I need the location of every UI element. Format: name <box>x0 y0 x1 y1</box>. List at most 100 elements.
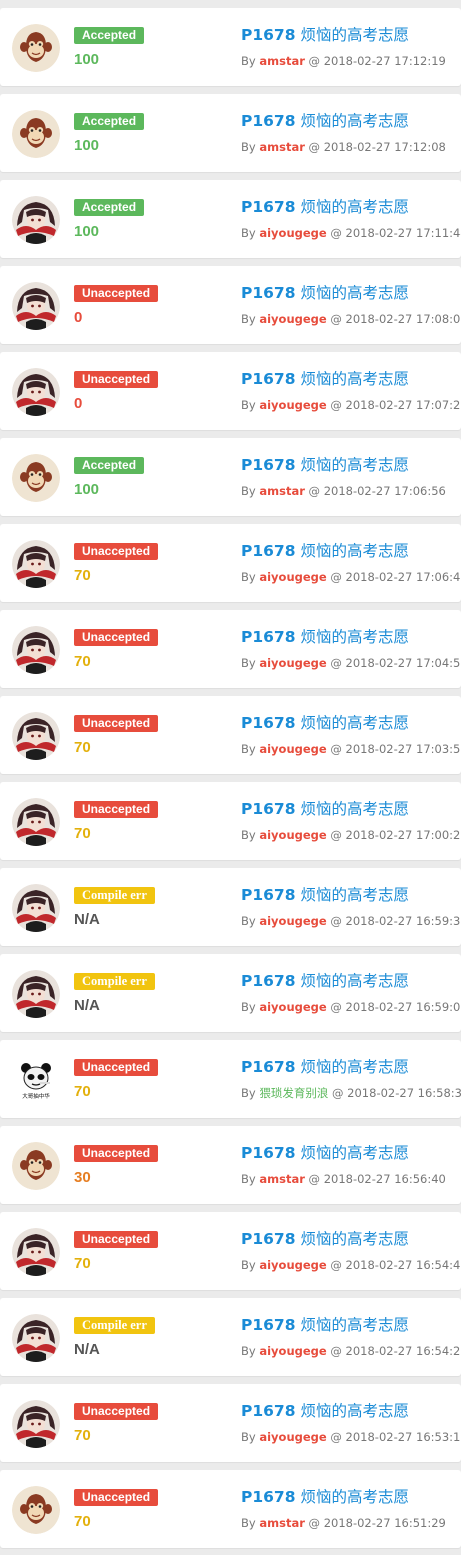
problem-link[interactable]: P1678 烦恼的高考志愿 <box>241 1487 409 1507</box>
at-label: @ <box>330 398 342 412</box>
user-link[interactable]: aiyougege <box>259 570 326 584</box>
user-link[interactable]: aiyougege <box>259 656 326 670</box>
by-label: By <box>241 828 256 842</box>
problem-id[interactable]: P1678 <box>241 26 296 44</box>
problem-title[interactable]: 烦恼的高考志愿 <box>300 1488 409 1506</box>
user-link[interactable]: aiyougege <box>259 398 326 412</box>
anime-avatar[interactable] <box>12 626 60 674</box>
problem-id[interactable]: P1678 <box>241 800 296 818</box>
problem-link[interactable]: P1678 烦恼的高考志愿 <box>241 111 409 131</box>
problem-link[interactable]: P1678 烦恼的高考志愿 <box>241 455 409 475</box>
problem-title[interactable]: 烦恼的高考志愿 <box>300 714 409 732</box>
problem-id[interactable]: P1678 <box>241 714 296 732</box>
user-link[interactable]: 猥琐发育别浪 <box>259 1086 328 1100</box>
problem-title[interactable]: 烦恼的高考志愿 <box>300 370 409 388</box>
problem-title[interactable]: 烦恼的高考志愿 <box>300 542 409 560</box>
user-link[interactable]: amstar <box>259 484 305 498</box>
problem-id[interactable]: P1678 <box>241 1144 296 1162</box>
problem-title[interactable]: 烦恼的高考志愿 <box>300 800 409 818</box>
by-label: By <box>241 54 256 68</box>
problem-link[interactable]: P1678 烦恼的高考志愿 <box>241 283 409 303</box>
problem-id[interactable]: P1678 <box>241 198 296 216</box>
problem-title[interactable]: 烦恼的高考志愿 <box>300 1230 409 1248</box>
problem-title[interactable]: 烦恼的高考志愿 <box>300 628 409 646</box>
problem-link[interactable]: P1678 烦恼的高考志愿 <box>241 1229 409 1249</box>
user-link[interactable]: aiyougege <box>259 1258 326 1272</box>
monkey-avatar[interactable] <box>12 110 60 158</box>
problem-link[interactable]: P1678 烦恼的高考志愿 <box>241 25 409 45</box>
at-label: @ <box>332 1086 344 1100</box>
user-link[interactable]: aiyougege <box>259 828 326 842</box>
problem-id[interactable]: P1678 <box>241 284 296 302</box>
monkey-avatar[interactable] <box>12 24 60 72</box>
user-link[interactable]: aiyougege <box>259 1430 326 1444</box>
panda-meme-avatar[interactable]: 大哥抽中华 <box>12 1056 60 1104</box>
problem-link[interactable]: P1678 烦恼的高考志愿 <box>241 197 409 217</box>
problem-id[interactable]: P1678 <box>241 370 296 388</box>
user-link[interactable]: aiyougege <box>259 226 326 240</box>
problem-link[interactable]: P1678 烦恼的高考志愿 <box>241 1057 409 1077</box>
record-meta: By 猥琐发育别浪 @ 2018-02-27 16:58:33 <box>241 1085 461 1101</box>
problem-link[interactable]: P1678 烦恼的高考志愿 <box>241 541 409 561</box>
problem-id[interactable]: P1678 <box>241 1488 296 1506</box>
problem-title[interactable]: 烦恼的高考志愿 <box>300 112 409 130</box>
anime-avatar[interactable] <box>12 196 60 244</box>
problem-link[interactable]: P1678 烦恼的高考志愿 <box>241 713 409 733</box>
problem-id[interactable]: P1678 <box>241 112 296 130</box>
problem-id[interactable]: P1678 <box>241 1230 296 1248</box>
problem-id[interactable]: P1678 <box>241 972 296 990</box>
problem-title[interactable]: 烦恼的高考志愿 <box>300 886 409 904</box>
problem-title[interactable]: 烦恼的高考志愿 <box>300 1058 409 1076</box>
anime-avatar[interactable] <box>12 1228 60 1276</box>
user-link[interactable]: aiyougege <box>259 1344 326 1358</box>
by-label: By <box>241 398 256 412</box>
anime-avatar[interactable] <box>12 884 60 932</box>
problem-title[interactable]: 烦恼的高考志愿 <box>300 1402 409 1420</box>
monkey-avatar[interactable] <box>12 1486 60 1534</box>
problem-title[interactable]: 烦恼的高考志愿 <box>300 284 409 302</box>
problem-link[interactable]: P1678 烦恼的高考志愿 <box>241 369 409 389</box>
user-link[interactable]: aiyougege <box>259 914 326 928</box>
anime-avatar[interactable] <box>12 368 60 416</box>
problem-link[interactable]: P1678 烦恼的高考志愿 <box>241 627 409 647</box>
problem-title[interactable]: 烦恼的高考志愿 <box>300 1316 409 1334</box>
problem-title[interactable]: 烦恼的高考志愿 <box>300 1144 409 1162</box>
user-link[interactable]: aiyougege <box>259 1000 326 1014</box>
user-link[interactable]: amstar <box>259 1172 305 1186</box>
monkey-avatar[interactable] <box>12 1142 60 1190</box>
by-label: By <box>241 140 256 154</box>
record-meta: By aiyougege @ 2018-02-27 17:11:44 <box>241 225 461 241</box>
problem-link[interactable]: P1678 烦恼的高考志愿 <box>241 971 409 991</box>
problem-title[interactable]: 烦恼的高考志愿 <box>300 456 409 474</box>
anime-avatar[interactable] <box>12 1314 60 1362</box>
problem-id[interactable]: P1678 <box>241 1316 296 1334</box>
problem-id[interactable]: P1678 <box>241 456 296 474</box>
problem-title[interactable]: 烦恼的高考志愿 <box>300 198 409 216</box>
problem-title[interactable]: 烦恼的高考志愿 <box>300 26 409 44</box>
problem-link[interactable]: P1678 烦恼的高考志愿 <box>241 799 409 819</box>
anime-avatar[interactable] <box>12 970 60 1018</box>
score-value: 70 <box>74 825 91 842</box>
problem-link[interactable]: P1678 烦恼的高考志愿 <box>241 885 409 905</box>
record-card: 大哥抽中华 Unaccepted 70 P1678 烦恼的高考志愿 By 猥琐发… <box>0 1040 461 1118</box>
problem-id[interactable]: P1678 <box>241 1402 296 1420</box>
problem-id[interactable]: P1678 <box>241 1058 296 1076</box>
monkey-avatar[interactable] <box>12 454 60 502</box>
problem-link[interactable]: P1678 烦恼的高考志愿 <box>241 1401 409 1421</box>
anime-avatar[interactable] <box>12 1400 60 1448</box>
anime-avatar[interactable] <box>12 540 60 588</box>
anime-avatar[interactable] <box>12 712 60 760</box>
problem-id[interactable]: P1678 <box>241 886 296 904</box>
anime-avatar[interactable] <box>12 798 60 846</box>
problem-link[interactable]: P1678 烦恼的高考志愿 <box>241 1315 409 1335</box>
problem-id[interactable]: P1678 <box>241 628 296 646</box>
problem-title[interactable]: 烦恼的高考志愿 <box>300 972 409 990</box>
user-link[interactable]: aiyougege <box>259 742 326 756</box>
user-link[interactable]: amstar <box>259 54 305 68</box>
problem-id[interactable]: P1678 <box>241 542 296 560</box>
user-link[interactable]: amstar <box>259 140 305 154</box>
user-link[interactable]: amstar <box>259 1516 305 1530</box>
problem-link[interactable]: P1678 烦恼的高考志愿 <box>241 1143 409 1163</box>
anime-avatar[interactable] <box>12 282 60 330</box>
user-link[interactable]: aiyougege <box>259 312 326 326</box>
